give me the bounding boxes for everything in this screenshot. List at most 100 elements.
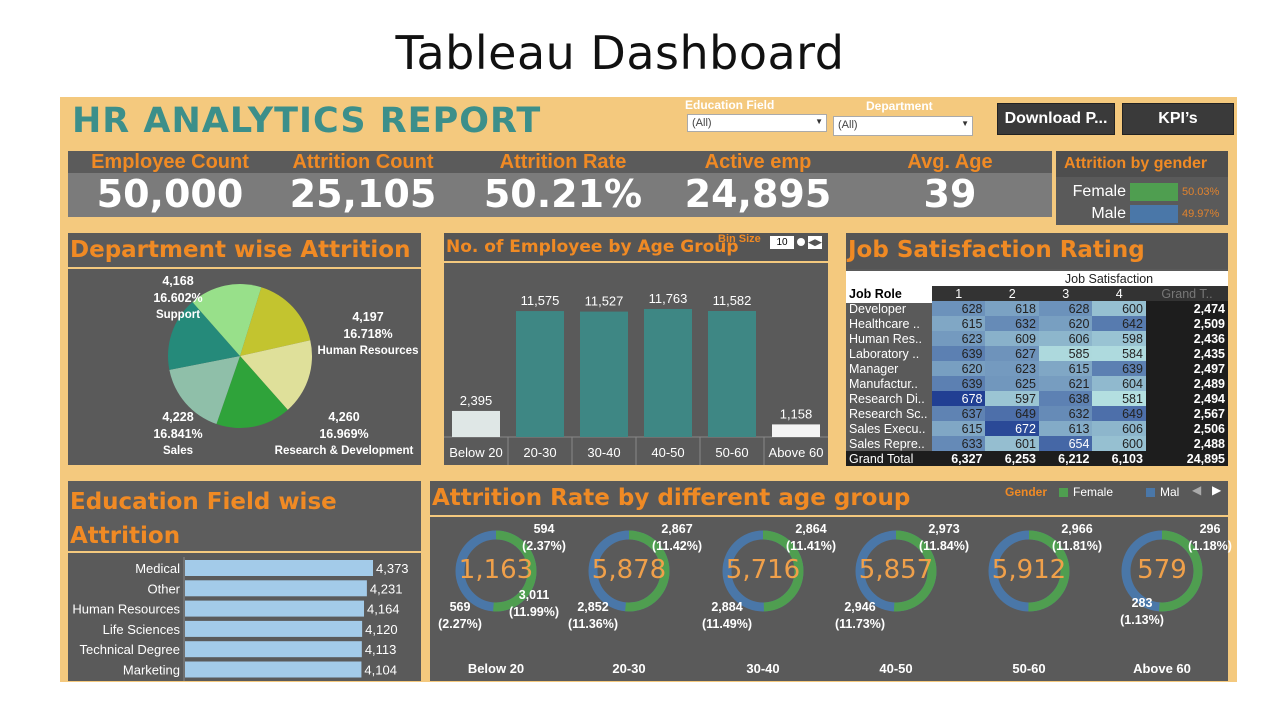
job-cell: 625	[985, 376, 1039, 391]
table-row[interactable]: Sales Repre.. 633 601 654 600 2,488	[846, 436, 1228, 451]
sales-count: 4,228	[162, 410, 194, 424]
job-cell: 615	[1038, 361, 1093, 376]
job-cell: 609	[985, 331, 1039, 346]
edu-category-label: Medical	[135, 561, 180, 576]
download-button[interactable]: Download P...	[997, 103, 1115, 135]
job-row-total: 2,494	[1145, 391, 1228, 406]
donut-center-value: 1,163	[458, 555, 534, 585]
slider-handle-icon[interactable]	[797, 238, 805, 246]
report-title: HR ANALYTICS REPORT	[72, 101, 542, 141]
edu-bar[interactable]	[185, 580, 367, 597]
job-cell: 615	[932, 421, 986, 436]
age-bar[interactable]	[772, 424, 820, 437]
hr-pct: 16.718%	[343, 327, 393, 341]
donut-label-a: 2,864 (11.41%)	[773, 521, 849, 555]
job-role-cell: Developer	[849, 301, 906, 316]
age-tick-label: 40-50	[651, 445, 684, 460]
department-filter-select[interactable]: (All) ▼	[833, 116, 973, 136]
edu-bar-chart: Medical 4,373 Other 4,231 Human Resources 4,1…	[72, 557, 409, 681]
edu-bar[interactable]	[185, 620, 363, 637]
job-role-cell: Human Res..	[849, 331, 922, 346]
job-cell: 654	[1038, 436, 1093, 451]
job-cell: 639	[932, 346, 986, 361]
donut-age-label: 20-30	[612, 661, 646, 676]
job-role-cell: Manufactur..	[849, 376, 918, 391]
donut-c-pct: (11.49%)	[701, 617, 753, 631]
donut-label-c: 569 (2.27%)	[424, 599, 496, 633]
table-row[interactable]: Developer 628 618 628 600 2,474	[846, 301, 1228, 316]
kpi-value: 50.21%	[483, 172, 643, 216]
age-bar[interactable]	[516, 311, 564, 437]
age-tick-label: 50-60	[715, 445, 748, 460]
edu-title-line2: Attrition	[70, 523, 181, 549]
kpi-value: 39	[923, 172, 977, 216]
job-row-total: 2,474	[1145, 301, 1228, 316]
job-role-header[interactable]: Job Role	[846, 286, 932, 301]
arrows-icon[interactable]: ◀▶	[808, 236, 822, 249]
education-filter-select[interactable]: (All) ▼	[687, 114, 827, 132]
bin-size-input[interactable]: 10	[770, 236, 794, 249]
age-bar[interactable]	[580, 311, 628, 437]
table-row[interactable]: Manager 620 623 615 639 2,497	[846, 361, 1228, 376]
job-cell: 632	[1038, 406, 1093, 421]
edu-category-label: Marketing	[123, 663, 180, 678]
donut-c-count: 283	[1131, 596, 1153, 610]
rnd-count: 4,260	[328, 410, 360, 424]
donut-age-label: 30-40	[746, 661, 780, 676]
job-satisfaction-header: Job Satisfaction	[1064, 272, 1154, 286]
kpi-label: Employee Count	[91, 151, 249, 173]
grand-total-cell: 6,212	[1038, 451, 1093, 466]
donut-a-count: 2,864	[795, 522, 827, 536]
donut-a-pct: (11.42%)	[651, 539, 703, 553]
table-row[interactable]: Research Sc.. 637 649 632 649 2,567	[846, 406, 1228, 421]
legend-next-icon[interactable]: ▶	[1212, 483, 1221, 497]
edu-bar[interactable]	[185, 641, 362, 658]
support-label: 4,168 16.602% Support	[128, 273, 228, 324]
job-cell: 642	[1092, 316, 1146, 331]
kpi-value: 25,105	[289, 172, 437, 216]
job-col-header: 3	[1038, 286, 1093, 301]
edu-bar[interactable]	[185, 661, 362, 678]
dept-panel: Department wise Attrition 4,168 16.602% …	[68, 233, 421, 465]
legend-prev-icon[interactable]: ◀	[1192, 483, 1201, 497]
age-tick-label: Above 60	[769, 445, 824, 460]
legend-female-swatch	[1059, 488, 1068, 497]
age-bar-label: 1,158	[780, 406, 813, 421]
age-bar[interactable]	[452, 410, 500, 437]
job-cell: 649	[985, 406, 1039, 421]
support-count: 4,168	[162, 274, 194, 288]
donut-label-a: 2,966 (11.81%)	[1039, 521, 1115, 555]
age-bar[interactable]	[708, 310, 756, 437]
age-bar-label: 11,527	[585, 294, 624, 309]
job-row-total: 2,567	[1145, 406, 1228, 421]
donut-a-pct: (11.41%)	[785, 539, 837, 553]
job-cell: 600	[1092, 301, 1146, 316]
age-bar[interactable]	[644, 309, 692, 437]
edu-value-label: 4,104	[364, 663, 397, 678]
job-cell: 606	[1092, 421, 1146, 436]
table-row[interactable]: Laboratory .. 639 627 585 584 2,435	[846, 346, 1228, 361]
donut-center-value: 5,912	[991, 555, 1067, 585]
job-cell: 672	[985, 421, 1039, 436]
age-tick-label: 30-40	[587, 445, 620, 460]
table-row[interactable]: Manufactur.. 639 625 621 604 2,489	[846, 376, 1228, 391]
edu-bar[interactable]	[185, 600, 365, 617]
support-name: Support	[155, 309, 201, 321]
donut-a-pct: (11.81%)	[1051, 539, 1103, 553]
department-filter-value: (All)	[838, 119, 858, 131]
kpis-button[interactable]: KPI’s	[1122, 103, 1234, 135]
job-cell: 621	[1038, 376, 1093, 391]
age-bar-label: 11,582	[713, 293, 752, 308]
table-row[interactable]: Healthcare .. 615 632 620 642 2,509	[846, 316, 1228, 331]
donut-age-label: 50-60	[1012, 661, 1046, 676]
table-row[interactable]: Human Res.. 623 609 606 598 2,436	[846, 331, 1228, 346]
table-row[interactable]: Sales Execu.. 615 672 613 606 2,506	[846, 421, 1228, 436]
job-row-total: 2,489	[1145, 376, 1228, 391]
job-cell: 597	[985, 391, 1039, 406]
table-row[interactable]: Research Di.. 678 597 638 581 2,494	[846, 391, 1228, 406]
job-table: Job Role 1 2 3 4 Grand T.. Developer 628 618 628 6…	[846, 286, 1228, 466]
job-panel: Job Satisfaction Rating Job Satisfaction…	[846, 233, 1228, 466]
edu-bar[interactable]	[185, 560, 373, 576]
male-bar	[1130, 205, 1178, 223]
grand-total-total: 24,895	[1145, 451, 1228, 466]
